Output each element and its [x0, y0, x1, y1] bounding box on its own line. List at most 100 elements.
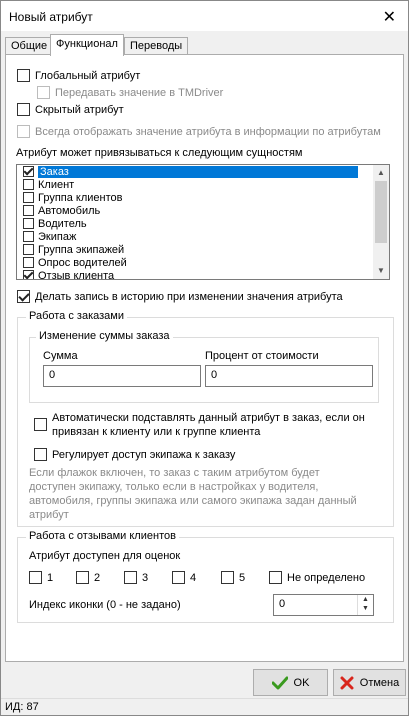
entity-item[interactable]: Опрос водителей [17, 256, 373, 269]
checkbox-box[interactable] [17, 290, 30, 303]
crew-access-checkbox[interactable]: Регулирует доступ экипажа к заказу [34, 448, 235, 461]
entities-scrollbar[interactable]: ▲ ▼ [373, 165, 389, 279]
cancel-icon [340, 676, 354, 689]
entity-checkbox[interactable] [23, 205, 34, 216]
reviews-legend: Работа с отзывами клиентов [26, 530, 179, 542]
entity-label: Группа экипажей [38, 243, 125, 256]
rating-label: 2 [94, 571, 101, 584]
checkbox-box[interactable] [124, 571, 137, 584]
entity-item[interactable]: Водитель [17, 217, 373, 230]
sum-input[interactable]: 0 [43, 365, 201, 387]
entities-list[interactable]: Заказ Клиент Группа клиентов Автомобиль Води… [16, 164, 390, 280]
history-checkbox[interactable]: Делать запись в историю при изменении зн… [17, 290, 343, 303]
entity-checkbox[interactable] [23, 166, 34, 177]
close-icon[interactable]: ✕ [383, 7, 396, 27]
rating-checkbox-3[interactable]: 3 [124, 571, 148, 584]
ratings-label: Атрибут доступен для оценок [29, 550, 181, 562]
rating-checkbox-1[interactable]: 1 [29, 571, 53, 584]
spin-up-icon[interactable]: ▲ [362, 596, 369, 603]
always-show-checkbox[interactable]: Всегда отображать значение атрибута в ин… [17, 125, 381, 138]
hidden-attribute-label: Скрытый атрибут [35, 103, 124, 116]
tab-general[interactable]: Общие [5, 37, 54, 55]
entity-label: Автомобиль [38, 204, 101, 217]
checkbox-box[interactable] [172, 571, 185, 584]
entity-item[interactable]: Экипаж [17, 230, 373, 243]
entity-item[interactable]: Автомобиль [17, 204, 373, 217]
crew-access-label: Регулирует доступ экипажа к заказу [52, 448, 236, 461]
checkbox-box[interactable] [17, 103, 30, 116]
entity-checkbox[interactable] [23, 192, 34, 203]
history-label: Делать запись в историю при изменении зн… [35, 290, 343, 303]
record-id: ИД: 87 [5, 701, 39, 713]
checkbox-box[interactable] [34, 448, 47, 461]
rating-label: 3 [142, 571, 149, 584]
auto-substitute-label: Автоматически подставлять данный атрибут… [52, 412, 365, 438]
orders-group: Работа с заказами Изменение суммы заказа… [17, 310, 394, 527]
icon-index-input[interactable]: 0 ▲ ▼ [273, 594, 374, 616]
checkbox-box[interactable] [37, 86, 50, 99]
entity-item[interactable]: Группа экипажей [17, 243, 373, 256]
global-attribute-label: Глобальный атрибут [35, 69, 141, 82]
entity-checkbox[interactable] [23, 244, 34, 255]
checkbox-box[interactable] [221, 571, 234, 584]
rating-checkbox-4[interactable]: 4 [172, 571, 196, 584]
entity-label: Заказ [38, 165, 358, 178]
rating-checkbox-6[interactable]: Не определено [269, 571, 365, 584]
entity-item[interactable]: Группа клиентов [17, 191, 373, 204]
entity-checkbox[interactable] [23, 218, 34, 229]
entity-label: Клиент [38, 178, 75, 191]
crew-access-hint: Если флажок включен, то заказ с таким ат… [29, 467, 357, 521]
cancel-button[interactable]: Отмена [333, 669, 406, 696]
ok-button[interactable]: OK [253, 669, 328, 696]
rating-checkbox-2[interactable]: 2 [76, 571, 100, 584]
dialog-window: Новый атрибут ✕ Общие Функционал Перевод… [0, 0, 409, 716]
ratings-row: 1 2 3 4 5 Не определено [29, 571, 379, 587]
entity-label: Группа клиентов [38, 191, 123, 204]
spin-down-icon[interactable]: ▼ [362, 605, 369, 612]
icon-index-label: Индекс иконки (0 - не задано) [29, 599, 181, 611]
global-attribute-checkbox[interactable]: Глобальный атрибут [17, 69, 140, 82]
checkbox-box[interactable] [34, 418, 47, 431]
sum-change-legend: Изменение суммы заказа [36, 330, 173, 342]
hidden-attribute-checkbox[interactable]: Скрытый атрибут [17, 103, 124, 116]
scroll-down-icon[interactable]: ▼ [377, 266, 385, 275]
entity-item[interactable]: Отзыв клиента [17, 269, 373, 280]
entity-label: Опрос водителей [38, 256, 127, 269]
always-show-label: Всегда отображать значение атрибута в ин… [35, 125, 381, 138]
reviews-group: Работа с отзывами клиентов Атрибут досту… [17, 530, 394, 623]
scroll-up-icon[interactable]: ▲ [377, 168, 385, 177]
rating-label: Не определено [287, 571, 366, 584]
checkbox-box[interactable] [76, 571, 89, 584]
tab-functional[interactable]: Функционал [50, 34, 124, 56]
tab-panel-functional: Глобальный атрибут Передавать значение в… [5, 54, 404, 662]
orders-legend: Работа с заказами [26, 310, 127, 322]
checkbox-box[interactable] [17, 69, 30, 82]
window-title: Новый атрибут [9, 10, 93, 24]
entity-checkbox[interactable] [23, 270, 34, 279]
tab-translations[interactable]: Переводы [124, 37, 189, 55]
checkbox-box[interactable] [29, 571, 42, 584]
checkbox-box[interactable] [269, 571, 282, 584]
title-bar[interactable]: Новый атрибут ✕ [1, 1, 408, 31]
rating-label: 4 [190, 571, 197, 584]
rating-label: 5 [239, 571, 246, 584]
icon-index-spinner[interactable]: ▲ ▼ [357, 595, 373, 615]
entity-checkbox[interactable] [23, 257, 34, 268]
entity-label: Водитель [38, 217, 87, 230]
entity-checkbox[interactable] [23, 231, 34, 242]
scroll-thumb[interactable] [375, 181, 387, 243]
percent-input[interactable]: 0 [205, 365, 373, 387]
rating-label: 1 [47, 571, 54, 584]
percent-label: Процент от стоимости [205, 350, 319, 362]
entity-checkbox[interactable] [23, 179, 34, 190]
pass-tmdriver-checkbox[interactable]: Передавать значение в TMDriver [37, 86, 223, 99]
status-bar: ИД: 87 [1, 698, 408, 715]
entity-item[interactable]: Заказ [17, 165, 373, 178]
entity-item[interactable]: Клиент [17, 178, 373, 191]
checkbox-box[interactable] [17, 125, 30, 138]
pass-tmdriver-label: Передавать значение в TMDriver [55, 86, 224, 99]
entity-label: Отзыв клиента [38, 269, 115, 280]
rating-checkbox-5[interactable]: 5 [221, 571, 245, 584]
entities-heading: Атрибут может привязываться к следующим … [16, 147, 303, 159]
cancel-label: Отмена [359, 676, 400, 689]
